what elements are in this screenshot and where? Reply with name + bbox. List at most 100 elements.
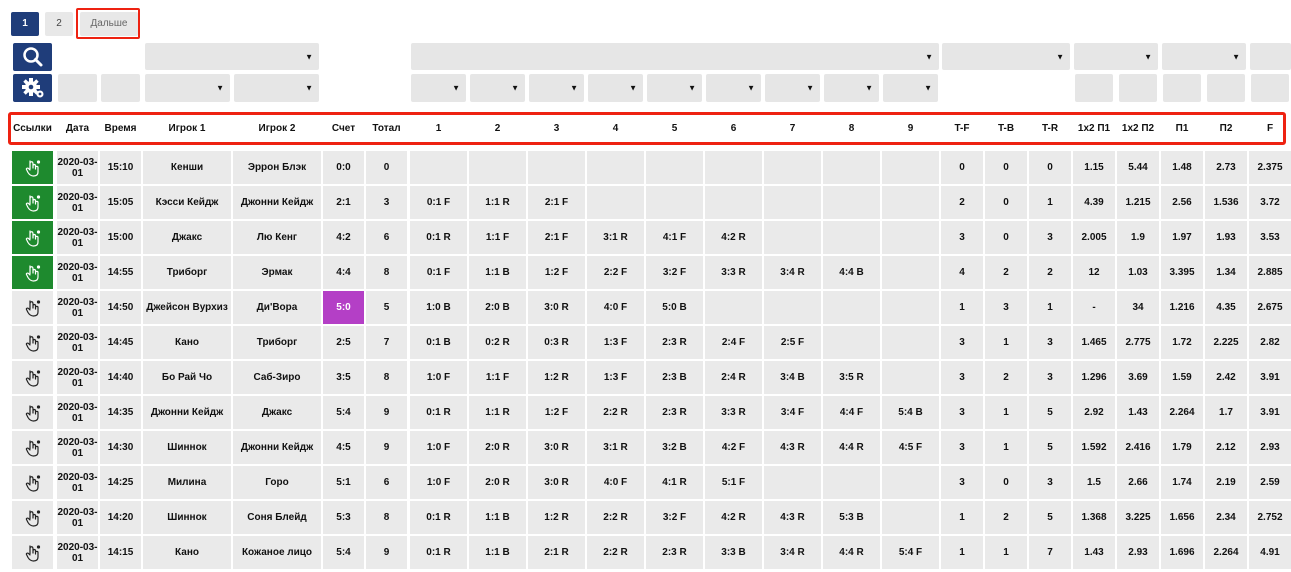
cell-total: 8 xyxy=(366,256,407,289)
settings-button[interactable] xyxy=(13,74,52,102)
cell-t-b: 0 xyxy=(985,151,1027,184)
filter-totals-select[interactable] xyxy=(942,43,1070,70)
filter-rounds-select[interactable] xyxy=(411,43,939,70)
cell-1x2-p1: 12 xyxy=(1073,256,1115,289)
cell-p2: 1.536 xyxy=(1205,186,1247,219)
cell-player2: Лю Кенг xyxy=(233,221,321,254)
cell-t-b: 2 xyxy=(985,361,1027,394)
match-link-button[interactable] xyxy=(12,221,53,254)
cell-t-r: 2 xyxy=(1029,256,1071,289)
cell-round-6: 3:3 B xyxy=(705,536,762,569)
filter-round-5-select[interactable] xyxy=(647,74,702,102)
cell-round-7: 3:4 B xyxy=(764,361,821,394)
cell-p2: 2.73 xyxy=(1205,151,1247,184)
cell-p2: 2.264 xyxy=(1205,536,1247,569)
filter-player1-select[interactable] xyxy=(145,43,319,70)
cell-player2: Кожаное лицо xyxy=(233,536,321,569)
filter-p1-input[interactable] xyxy=(1163,74,1201,102)
cell-player2: Соня Блейд xyxy=(233,501,321,534)
cell-score: 5:4 xyxy=(323,536,364,569)
cell-round-2 xyxy=(469,151,526,184)
cell-round-9 xyxy=(882,291,939,324)
cell-1x2-p2: 1.43 xyxy=(1117,396,1159,429)
filter-round-9-select[interactable] xyxy=(883,74,938,102)
hand-pointer-icon xyxy=(25,544,40,562)
cell-1x2-p2: 5.44 xyxy=(1117,151,1159,184)
cell-round-6: 5:1 F xyxy=(705,466,762,499)
match-link-button[interactable] xyxy=(12,466,53,499)
cell-round-5 xyxy=(646,186,703,219)
filter-1x2-p2-input[interactable] xyxy=(1119,74,1157,102)
cell-t-b: 1 xyxy=(985,536,1027,569)
cell-round-7 xyxy=(764,151,821,184)
cell-date: 2020-03-01 xyxy=(57,396,98,429)
cell-total: 7 xyxy=(366,326,407,359)
search-button[interactable] xyxy=(13,43,52,71)
match-link-button[interactable] xyxy=(12,186,53,219)
cell-round-4: 2:2 R xyxy=(587,501,644,534)
cell-t-b: 0 xyxy=(985,186,1027,219)
page-1-button[interactable]: 1 xyxy=(11,12,39,36)
cell-round-1: 1:0 F xyxy=(410,431,467,464)
hand-pointer-icon xyxy=(25,474,40,492)
filter-round-4-select[interactable] xyxy=(588,74,643,102)
cell-round-2: 1:1 B xyxy=(469,501,526,534)
filter-p-select[interactable] xyxy=(1162,43,1246,70)
filter-round-8-select[interactable] xyxy=(824,74,879,102)
cell-f: 2.93 xyxy=(1249,431,1291,464)
filter-round-6-select[interactable] xyxy=(706,74,761,102)
cell-round-5: 2:3 R xyxy=(646,396,703,429)
cell-round-9: 4:5 F xyxy=(882,431,939,464)
cell-t-f: 1 xyxy=(941,501,983,534)
filter-round-1-select[interactable] xyxy=(411,74,466,102)
page-2-button[interactable]: 2 xyxy=(45,12,73,36)
filter-player1-sub-select[interactable] xyxy=(145,74,230,102)
match-link-button[interactable] xyxy=(12,431,53,464)
cell-round-2: 2:0 R xyxy=(469,431,526,464)
cell-score: 5:4 xyxy=(323,396,364,429)
match-link-button[interactable] xyxy=(12,396,53,429)
cell-date: 2020-03-01 xyxy=(57,431,98,464)
cell-player1: Бо Рай Чо xyxy=(143,361,231,394)
cell-p2: 2.19 xyxy=(1205,466,1247,499)
cell-round-2: 1:1 B xyxy=(469,536,526,569)
cell-round-4: 3:1 R xyxy=(587,221,644,254)
cell-player2: Джакс xyxy=(233,396,321,429)
match-link-button[interactable] xyxy=(12,151,53,184)
cell-round-5: 3:2 F xyxy=(646,501,703,534)
cell-total: 6 xyxy=(366,466,407,499)
cell-p2: 1.93 xyxy=(1205,221,1247,254)
match-link-button[interactable] xyxy=(12,501,53,534)
filter-1x2-p1-input[interactable] xyxy=(1075,74,1113,102)
filter-date-input[interactable] xyxy=(58,74,97,102)
cell-1x2-p2: 2.775 xyxy=(1117,326,1159,359)
match-link-button[interactable] xyxy=(12,361,53,394)
filter-round-3-select[interactable] xyxy=(529,74,584,102)
cell-1x2-p1: 1.5 xyxy=(1073,466,1115,499)
match-link-button[interactable] xyxy=(12,291,53,324)
cell-round-3: 1:2 R xyxy=(528,501,585,534)
filter-f-input[interactable] xyxy=(1250,43,1291,70)
filter-f2-input[interactable] xyxy=(1251,74,1289,102)
cell-1x2-p2: 1.03 xyxy=(1117,256,1159,289)
filter-round-7-select[interactable] xyxy=(765,74,820,102)
cell-p1: 1.48 xyxy=(1161,151,1203,184)
filter-time-input[interactable] xyxy=(101,74,140,102)
filter-1x2-select[interactable] xyxy=(1074,43,1158,70)
match-link-button[interactable] xyxy=(12,256,53,289)
hand-pointer-icon xyxy=(25,229,40,247)
filter-player2-select[interactable] xyxy=(234,74,319,102)
search-icon xyxy=(23,47,43,67)
match-link-button[interactable] xyxy=(12,536,53,569)
cell-t-b: 1 xyxy=(985,431,1027,464)
hand-pointer-icon xyxy=(25,439,40,457)
filter-p2-input[interactable] xyxy=(1207,74,1245,102)
filter-round-2-select[interactable] xyxy=(470,74,525,102)
cell-time: 14:30 xyxy=(100,431,141,464)
cell-t-b: 2 xyxy=(985,256,1027,289)
cell-round-1: 0:1 B xyxy=(410,326,467,359)
cell-p2: 1.7 xyxy=(1205,396,1247,429)
match-link-button[interactable] xyxy=(12,326,53,359)
cell-f: 3.91 xyxy=(1249,396,1291,429)
cell-player1: Кенши xyxy=(143,151,231,184)
